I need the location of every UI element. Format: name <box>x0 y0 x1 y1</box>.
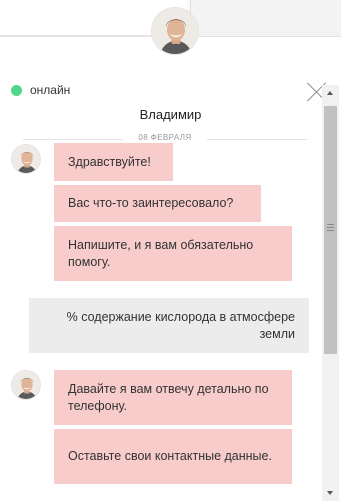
background-panel-right <box>190 0 341 36</box>
agent-message: Здравствуйте! <box>54 143 173 181</box>
chat-widget: онлайн Владимир 08 ФЕВРАЛЯ 18:08 Здравст… <box>0 36 341 503</box>
scroll-down-icon[interactable] <box>322 484 339 501</box>
agent-avatar-large <box>151 7 199 55</box>
date-separator-text: 08 ФЕВРАЛЯ <box>138 133 192 142</box>
agent-message: Давайте я вам отвечу детально по телефон… <box>54 370 292 425</box>
agent-avatar <box>11 144 41 174</box>
agent-message: Оставьте свои контактные данные. <box>54 429 292 484</box>
agent-message: Вас что-то заинтересовало? <box>54 185 261 222</box>
online-dot-icon <box>11 84 22 96</box>
agent-name: Владимир <box>139 107 202 122</box>
online-status: онлайн <box>11 83 70 97</box>
scroll-up-icon[interactable] <box>322 85 339 102</box>
agent-avatar <box>11 370 41 400</box>
scrollbar-thumb[interactable] <box>324 106 337 354</box>
scrollbar[interactable] <box>322 85 339 501</box>
agent-message: Напишите, и я вам обязательно помогу. <box>54 226 292 281</box>
user-message: % содержание кислорода в атмосфере земли <box>29 298 309 353</box>
status-text: онлайн <box>30 83 71 97</box>
scroll-grip-icon <box>327 224 334 231</box>
